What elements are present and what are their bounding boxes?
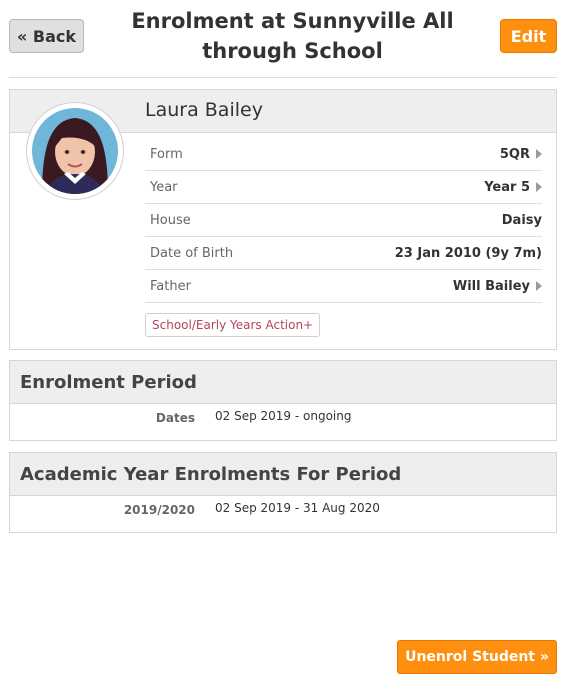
student-photo-image [32,108,118,194]
detail-value: Daisy [501,212,542,228]
student-photo [32,108,118,194]
detail-row-house: House Daisy [145,204,542,237]
academic-year-panel: Academic Year Enrolments For Period 2019… [9,452,557,533]
edit-button[interactable]: Edit [500,19,557,53]
academic-year-row: 2019/2020 02 Sep 2019 - 31 Aug 2020 [10,496,556,532]
academic-year-label: 2019/2020 [123,503,195,517]
enrolment-dates-label: Dates [155,411,195,425]
chevron-right-icon [536,149,542,159]
enrolment-dates-row: Dates 02 Sep 2019 - ongoing [10,404,556,440]
detail-value: 23 Jan 2010 (9y 7m) [394,245,542,261]
detail-label: Date of Birth [150,245,234,261]
academic-year-heading: Academic Year Enrolments For Period [10,453,556,496]
unenrol-student-button[interactable]: Unenrol Student » [397,640,557,674]
detail-value: Year 5 [484,180,542,195]
detail-value: 5QR [500,147,542,162]
chevron-right-icon [536,281,542,291]
header-divider [9,77,557,78]
student-details: Form 5QR Year Year 5 House Daisy Date of… [145,138,542,303]
detail-label: Form [150,146,183,162]
back-button[interactable]: « Back [9,19,84,53]
page-title: Enrolment at Sunnyville All through Scho… [131,9,454,63]
enrolment-period-panel: Enrolment Period Dates 02 Sep 2019 - ong… [9,360,557,441]
detail-label: Father [150,278,191,294]
detail-row-form[interactable]: Form 5QR [145,138,542,171]
academic-year-value: 02 Sep 2019 - 31 Aug 2020 [215,501,380,515]
detail-label: House [150,212,191,228]
student-name: Laura Bailey [145,99,263,121]
detail-row-year[interactable]: Year Year 5 [145,171,542,204]
enrolment-dates-value: 02 Sep 2019 - ongoing [215,409,352,423]
student-profile-panel: Laura Bailey Form 5QR Year Year 5 House … [9,89,557,350]
detail-row-dob: Date of Birth 23 Jan 2010 (9y 7m) [145,237,542,270]
chevron-right-icon [536,182,542,192]
school-action-button[interactable]: School/Early Years Action+ [145,313,321,337]
enrolment-period-heading: Enrolment Period [10,361,556,404]
detail-value: Will Bailey [453,279,542,294]
detail-label: Year [150,179,178,195]
detail-row-father[interactable]: Father Will Bailey [145,270,542,303]
avatar [26,102,124,200]
